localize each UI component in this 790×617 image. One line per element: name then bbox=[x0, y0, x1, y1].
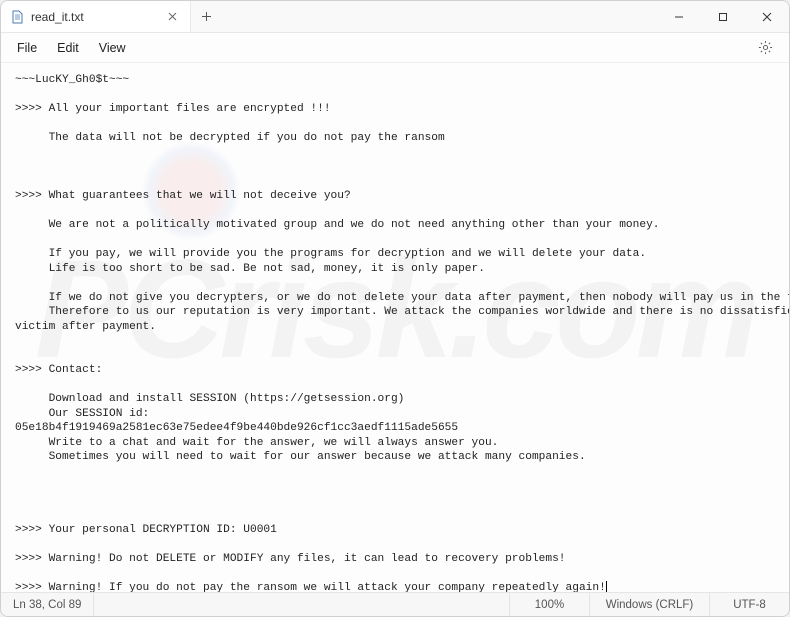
tab-title: read_it.txt bbox=[31, 10, 158, 24]
text-line: >>>> Contact: bbox=[15, 364, 102, 376]
text-line: >>>> Warning! Do not DELETE or MODIFY an… bbox=[15, 553, 566, 565]
minimize-button[interactable] bbox=[657, 1, 701, 32]
text-line: Sometimes you will need to wait for our … bbox=[15, 451, 586, 463]
new-tab-button[interactable] bbox=[191, 1, 221, 32]
text-line: We are not a politically motivated group… bbox=[15, 219, 660, 231]
text-cursor bbox=[606, 581, 607, 592]
menu-edit[interactable]: Edit bbox=[47, 37, 89, 59]
statusbar: Ln 38, Col 89 100% Windows (CRLF) UTF-8 bbox=[1, 592, 789, 616]
text-line: Life is too short to be sad. Be not sad,… bbox=[15, 263, 485, 275]
text-line: Therefore to us our reputation is very i… bbox=[15, 306, 789, 318]
file-icon bbox=[11, 9, 25, 25]
text-content[interactable]: ~~~LucKY_Gh0$t~~~ >>>> All your importan… bbox=[1, 63, 789, 592]
text-line: >>>> All your important files are encryp… bbox=[15, 103, 331, 115]
text-line: Our SESSION id: bbox=[15, 408, 149, 420]
status-lineending[interactable]: Windows (CRLF) bbox=[589, 593, 709, 616]
status-zoom[interactable]: 100% bbox=[509, 593, 589, 616]
titlebar: read_it.txt bbox=[1, 1, 789, 33]
close-icon[interactable] bbox=[164, 9, 180, 25]
notepad-window: PCrisk.com read_it.txt File bbox=[0, 0, 790, 617]
gear-icon[interactable] bbox=[748, 36, 783, 59]
text-line: If you pay, we will provide you the prog… bbox=[15, 248, 646, 260]
window-controls bbox=[657, 1, 789, 32]
text-line: >>>> What guarantees that we will not de… bbox=[15, 190, 351, 202]
menu-file[interactable]: File bbox=[7, 37, 47, 59]
maximize-button[interactable] bbox=[701, 1, 745, 32]
text-line: The data will not be decrypted if you do… bbox=[15, 132, 445, 144]
menu-view[interactable]: View bbox=[89, 37, 136, 59]
text-line: Write to a chat and wait for the answer,… bbox=[15, 437, 498, 449]
text-line: Download and install SESSION (https://ge… bbox=[15, 393, 404, 405]
text-line: ~~~LucKY_Gh0$t~~~ bbox=[15, 74, 129, 86]
status-encoding[interactable]: UTF-8 bbox=[709, 593, 789, 616]
text-line: If we do not give you decrypters, or we … bbox=[15, 292, 789, 304]
tab-active[interactable]: read_it.txt bbox=[1, 1, 191, 32]
text-line: >>>> Your personal DECRYPTION ID: U0001 bbox=[15, 524, 277, 536]
text-line: 05e18b4f1919469a2581ec63e75edee4f9be440b… bbox=[15, 422, 458, 434]
status-position: Ln 38, Col 89 bbox=[1, 593, 94, 616]
close-button[interactable] bbox=[745, 1, 789, 32]
menubar: File Edit View bbox=[1, 33, 789, 63]
text-line: >>>> Warning! If you do not pay the rans… bbox=[15, 582, 606, 593]
text-line: victim after payment. bbox=[15, 321, 156, 333]
